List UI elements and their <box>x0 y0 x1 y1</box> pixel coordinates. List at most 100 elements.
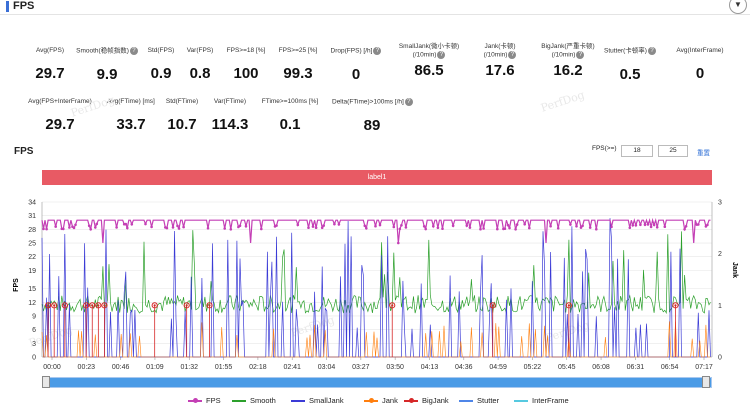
help-icon[interactable]: ? <box>437 51 446 59</box>
fps-point <box>479 227 482 231</box>
fps-point <box>94 226 97 229</box>
fps-point <box>115 226 118 229</box>
x-tick-label: 04:36 <box>455 364 473 370</box>
help-icon[interactable]: ? <box>647 47 656 55</box>
bigjank-dot <box>97 304 100 307</box>
x-tick-label: 01:55 <box>215 364 233 370</box>
y-left-tick: 22 <box>28 254 36 261</box>
bigjank-dot <box>46 304 50 307</box>
smooth-line <box>41 230 711 315</box>
y-right-tick: 0 <box>718 355 722 362</box>
help-icon[interactable]: ? <box>404 98 413 106</box>
bigjank-dot <box>91 304 94 307</box>
help-icon[interactable]: ? <box>373 47 382 55</box>
fps-filter-high-input[interactable]: 25 <box>658 145 688 157</box>
fps-point <box>706 223 709 227</box>
smalljank-line <box>41 218 711 358</box>
y-right-tick: 1 <box>718 303 722 310</box>
fps-point <box>314 226 318 229</box>
fps-point <box>514 228 517 231</box>
fps-point <box>165 226 169 230</box>
metric-label: Delta(FTime)>100ms [/h]? <box>332 98 413 107</box>
x-tick-label: 04:13 <box>421 364 439 370</box>
metric-value: 86.5 <box>414 61 444 79</box>
fps-point <box>697 223 700 226</box>
fps-point <box>363 224 367 228</box>
fps-point <box>588 226 592 229</box>
slider-right-handle[interactable] <box>702 376 710 388</box>
legend-swatch-icon <box>514 400 528 403</box>
fps-point <box>72 226 76 230</box>
help-icon[interactable]: ? <box>576 51 585 59</box>
x-tick-label: 06:08 <box>592 364 610 370</box>
fps-section-header: FPS ▼ <box>0 0 750 15</box>
fps-filter-low-input[interactable]: 18 <box>621 145 653 157</box>
fps-point <box>482 227 485 230</box>
metric-label: Stutter(卡顿率)? <box>590 47 670 56</box>
fps-filter-label: FPS(>=) <box>592 145 617 152</box>
y-left-tick: 25 <box>28 241 36 248</box>
legend-item-stutter[interactable]: Stutter <box>459 396 499 405</box>
y-left-tick: 34 <box>28 200 36 207</box>
fps-point <box>441 227 444 230</box>
fps-point <box>595 227 598 231</box>
bigjank-dot <box>53 304 56 307</box>
metric-value: 29.7 <box>45 116 75 133</box>
fps-point <box>176 224 179 228</box>
legend-swatch-icon <box>459 400 473 403</box>
fps-point <box>663 225 667 228</box>
fps-chart[interactable]: 036912151922252831340123FPSJank00:00 00:2… <box>0 190 750 371</box>
fps-point <box>397 241 400 245</box>
slider-left-handle[interactable] <box>42 376 50 388</box>
fps-point <box>465 224 469 227</box>
legend-label: InterFrame <box>532 396 569 405</box>
metrics_row1-metric-11: Avg(InterFrame) 0 <box>660 47 740 82</box>
legend-label: BigJank <box>422 396 449 405</box>
x-tick-label: 03:27 <box>352 364 370 370</box>
chart-legend: FPS Smooth SmallJank Jank BigJank Stutter Inte… <box>0 396 750 406</box>
fps-point <box>378 223 382 227</box>
x-tick-label: 07:17 <box>695 364 713 370</box>
y-left-tick: 12 <box>28 300 36 307</box>
y-right-label: Jank <box>731 262 738 278</box>
fps-point <box>275 224 278 227</box>
fps-point <box>652 223 656 227</box>
metric-label: Drop(FPS) [/h]? <box>316 47 396 56</box>
watermark-2: PerfDog <box>539 88 587 115</box>
legend-item-bigjank[interactable]: BigJank <box>404 396 449 405</box>
fps-point <box>503 227 507 230</box>
x-tick-label: 00:00 <box>43 364 61 370</box>
fps-point <box>223 227 226 230</box>
fps-point <box>575 225 578 228</box>
y-left-tick: 0 <box>32 355 36 362</box>
metric-value: 89 <box>363 116 381 134</box>
fps-point <box>639 223 642 226</box>
x-tick-label: 05:45 <box>558 364 576 370</box>
label-bar[interactable]: label1 <box>42 170 712 185</box>
fps-point <box>655 226 659 229</box>
metric-value: 0.1 <box>279 116 301 133</box>
fps-point <box>171 226 175 229</box>
x-tick-label: 03:50 <box>386 364 404 370</box>
metrics_row1-metric-10: Stutter(卡顿率)? 0.5 <box>590 47 670 83</box>
reset-link[interactable]: 重置 <box>697 147 710 157</box>
header-accent-bar <box>6 1 9 12</box>
fps-point <box>631 224 635 227</box>
x-tick-label: 03:04 <box>318 364 336 370</box>
fps-point <box>206 227 210 230</box>
help-icon[interactable]: ? <box>508 51 517 59</box>
fps-point <box>424 227 428 231</box>
fps-point <box>374 224 377 228</box>
legend-item-interframe[interactable]: InterFrame <box>514 396 569 405</box>
chevron-down-icon[interactable]: ▼ <box>729 0 747 14</box>
legend-item-smooth[interactable]: Smooth <box>232 396 276 405</box>
legend-item-jank[interactable]: Jank <box>364 396 398 405</box>
fps-point <box>581 224 584 228</box>
legend-item-smalljank[interactable]: SmallJank <box>291 396 344 405</box>
time-range-slider[interactable] <box>42 377 712 388</box>
legend-item-fps[interactable]: FPS <box>188 396 221 405</box>
fps-point <box>229 228 233 231</box>
x-tick-label: 06:54 <box>661 364 679 370</box>
fps-point <box>182 225 185 229</box>
fps-point <box>451 224 455 227</box>
